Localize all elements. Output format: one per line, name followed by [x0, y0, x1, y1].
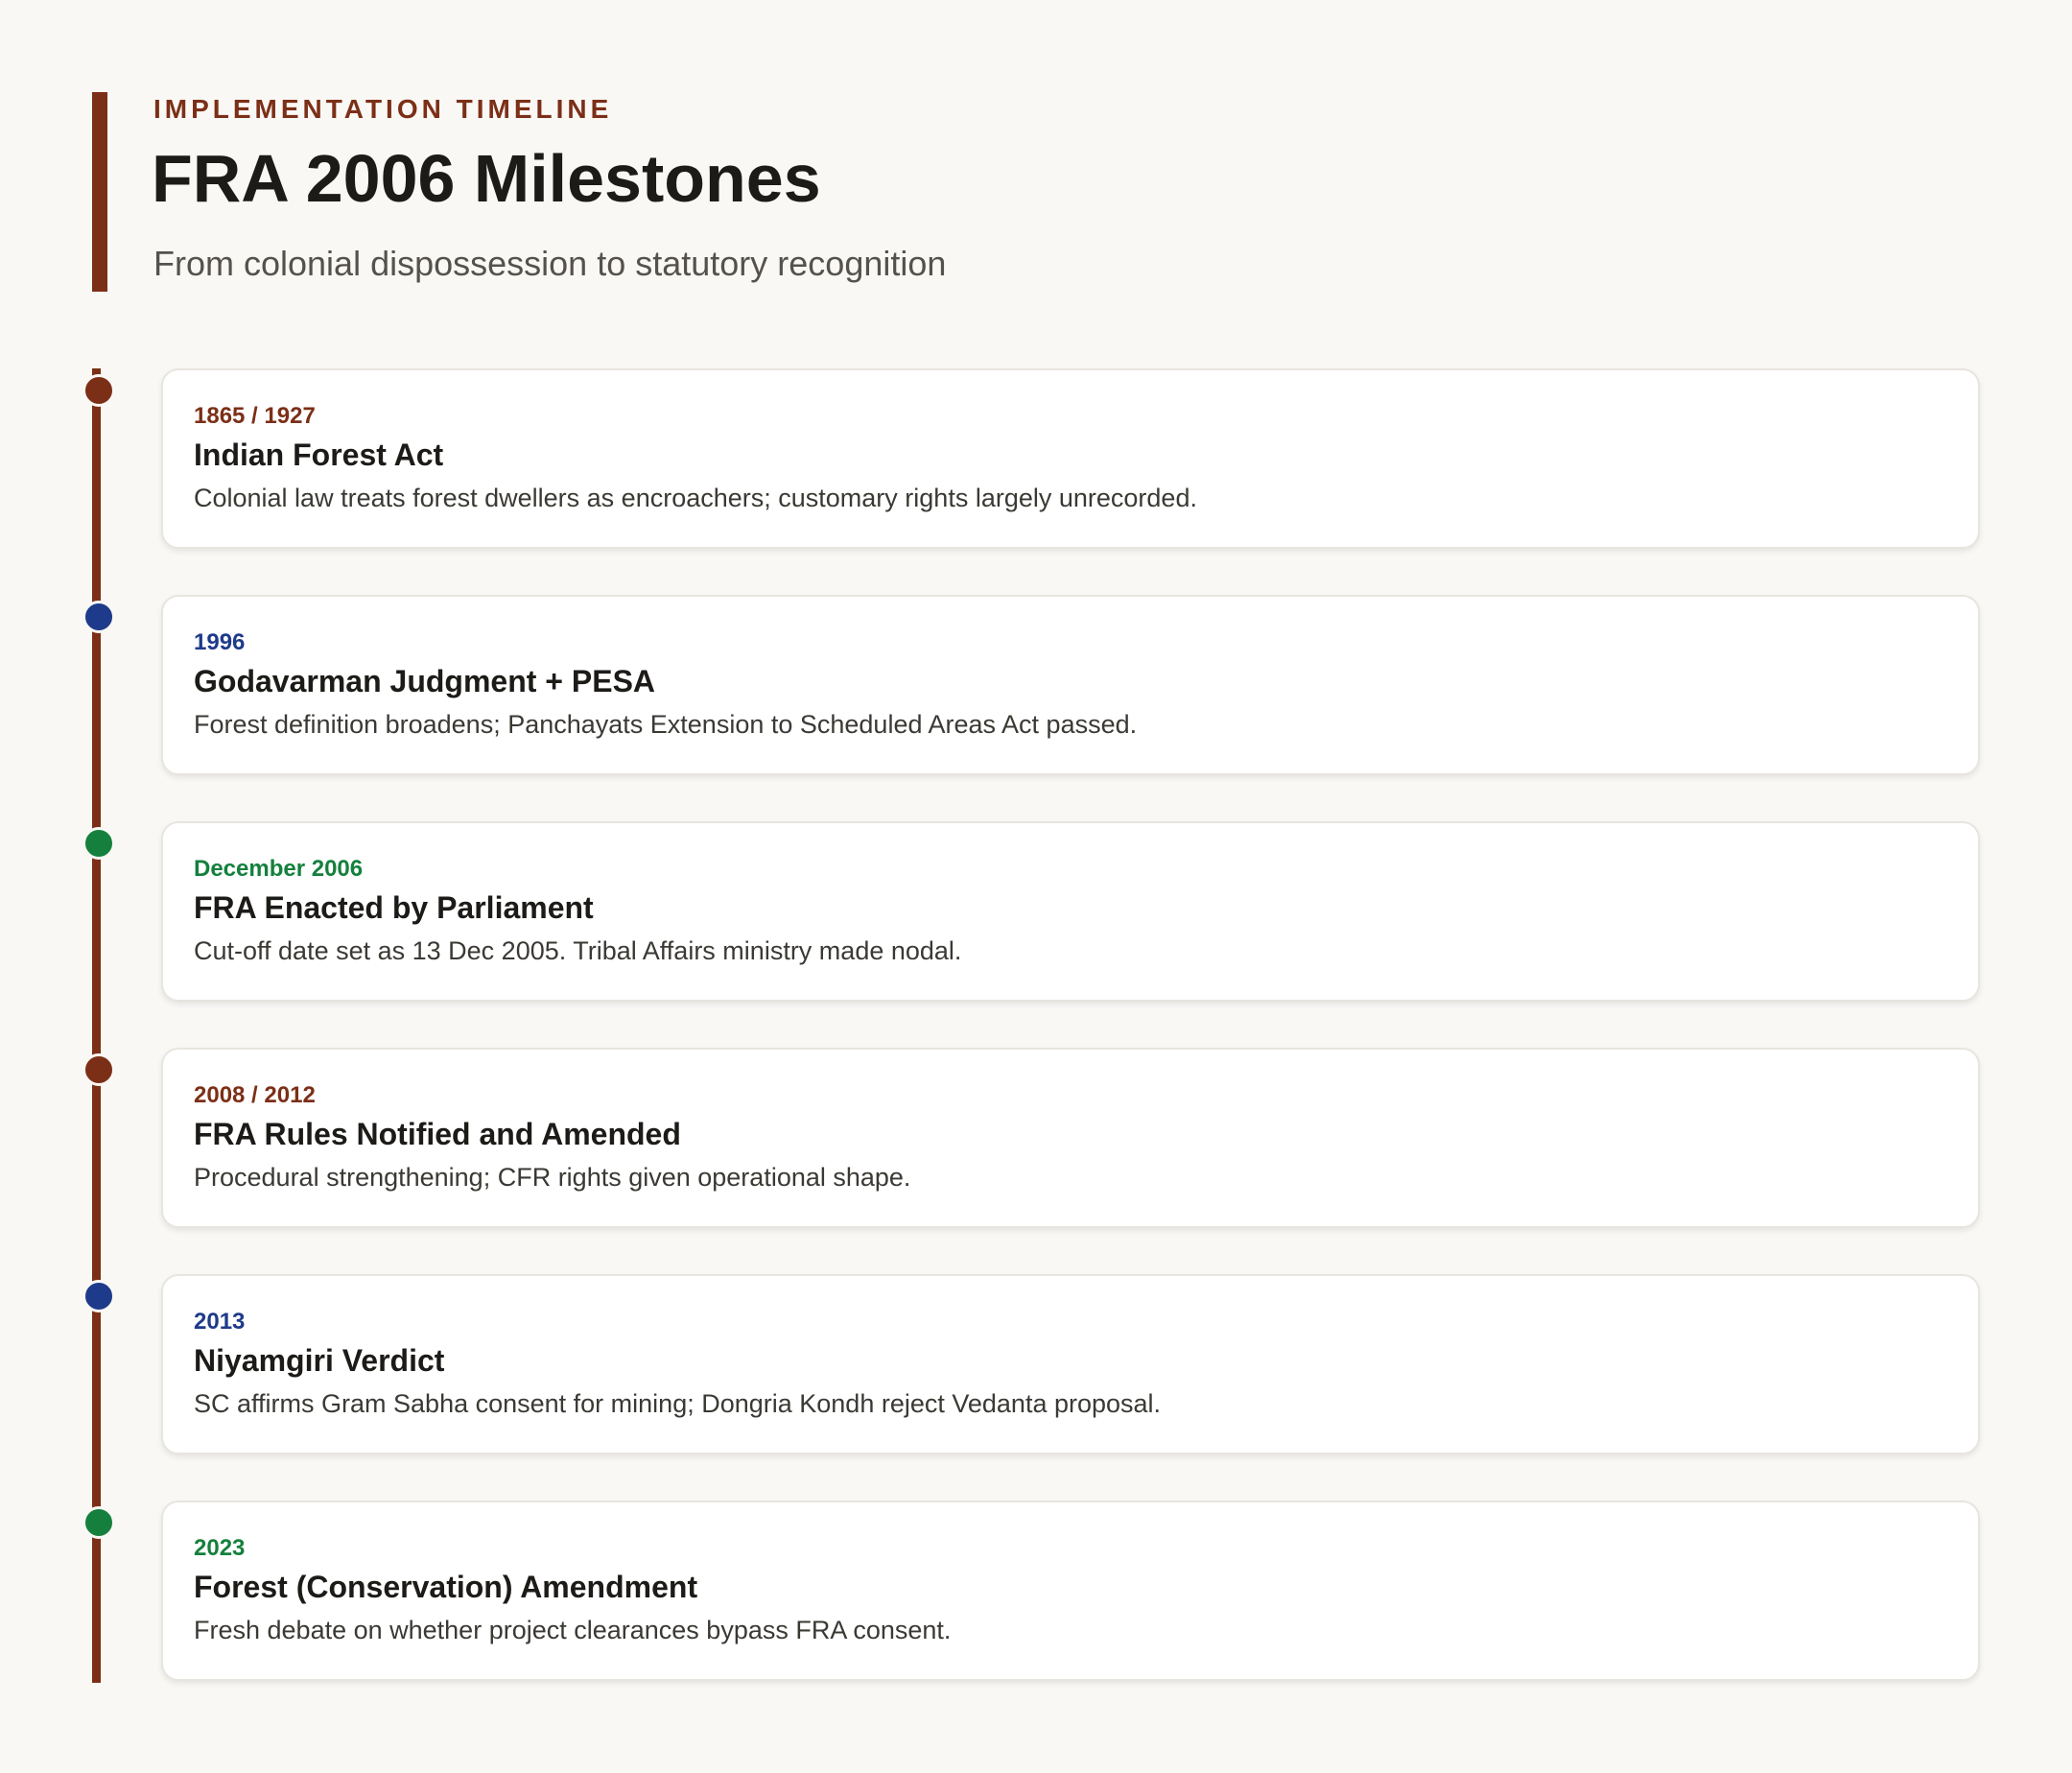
header-accent-bar — [92, 92, 107, 292]
event-card: December 2006 FRA Enacted by Parliament … — [161, 821, 1980, 1002]
event-title: Godavarman Judgment + PESA — [194, 664, 656, 698]
timeline-marker-dot — [82, 601, 115, 633]
timeline: 1865 / 1927 Indian Forest Act Colonial l… — [0, 368, 2072, 1683]
event-card: 2013 Niyamgiri Verdict SC affirms Gram S… — [161, 1274, 1980, 1454]
event-description: Fresh debate on whether project clearanc… — [194, 1616, 952, 1644]
event-title: FRA Rules Notified and Amended — [194, 1117, 681, 1151]
event-description: Cut-off date set as 13 Dec 2005. Tribal … — [194, 936, 962, 965]
event-card: 1865 / 1927 Indian Forest Act Colonial l… — [161, 368, 1980, 549]
event-date: 1865 / 1927 — [194, 403, 316, 429]
event-title: Indian Forest Act — [194, 437, 444, 472]
event-description: SC affirms Gram Sabha consent for mining… — [194, 1389, 1162, 1418]
timeline-event: 2013 Niyamgiri Verdict SC affirms Gram S… — [0, 1274, 2072, 1454]
timeline-event: December 2006 FRA Enacted by Parliament … — [0, 821, 2072, 1002]
event-description: Procedural strengthening; CFR rights giv… — [194, 1163, 911, 1192]
timeline-marker-dot — [82, 374, 115, 407]
eyebrow-label: IMPLEMENTATION TIMELINE — [153, 94, 613, 124]
event-card: 1996 Godavarman Judgment + PESA Forest d… — [161, 595, 1980, 775]
event-title: Niyamgiri Verdict — [194, 1343, 445, 1378]
page-header: IMPLEMENTATION TIMELINE FRA 2006 Milesto… — [92, 92, 1915, 292]
timeline-event: 2008 / 2012 FRA Rules Notified and Amend… — [0, 1048, 2072, 1228]
event-description: Colonial law treats forest dwellers as e… — [194, 484, 1197, 512]
timeline-marker-dot — [82, 1053, 115, 1086]
timeline-event: 2023 Forest (Conservation) Amendment Fre… — [0, 1501, 2072, 1681]
event-date: 1996 — [194, 629, 246, 655]
event-date: 2023 — [194, 1535, 246, 1561]
timeline-marker-dot — [82, 827, 115, 860]
timeline-event: 1996 Godavarman Judgment + PESA Forest d… — [0, 595, 2072, 775]
event-date: 2013 — [194, 1309, 246, 1335]
event-description: Forest definition broadens; Panchayats E… — [194, 710, 1138, 739]
page-subtitle: From colonial dispossession to statutory… — [153, 244, 947, 283]
event-title: FRA Enacted by Parliament — [194, 890, 594, 925]
event-card: 2008 / 2012 FRA Rules Notified and Amend… — [161, 1048, 1980, 1228]
event-date: 2008 / 2012 — [194, 1082, 316, 1108]
event-date: December 2006 — [194, 856, 364, 882]
event-title: Forest (Conservation) Amendment — [194, 1570, 698, 1604]
event-card: 2023 Forest (Conservation) Amendment Fre… — [161, 1501, 1980, 1681]
page-title: FRA 2006 Milestones — [152, 141, 821, 216]
timeline-marker-dot — [82, 1506, 115, 1539]
timeline-event: 1865 / 1927 Indian Forest Act Colonial l… — [0, 368, 2072, 549]
timeline-marker-dot — [82, 1280, 115, 1312]
timeline-rail — [92, 368, 101, 1683]
